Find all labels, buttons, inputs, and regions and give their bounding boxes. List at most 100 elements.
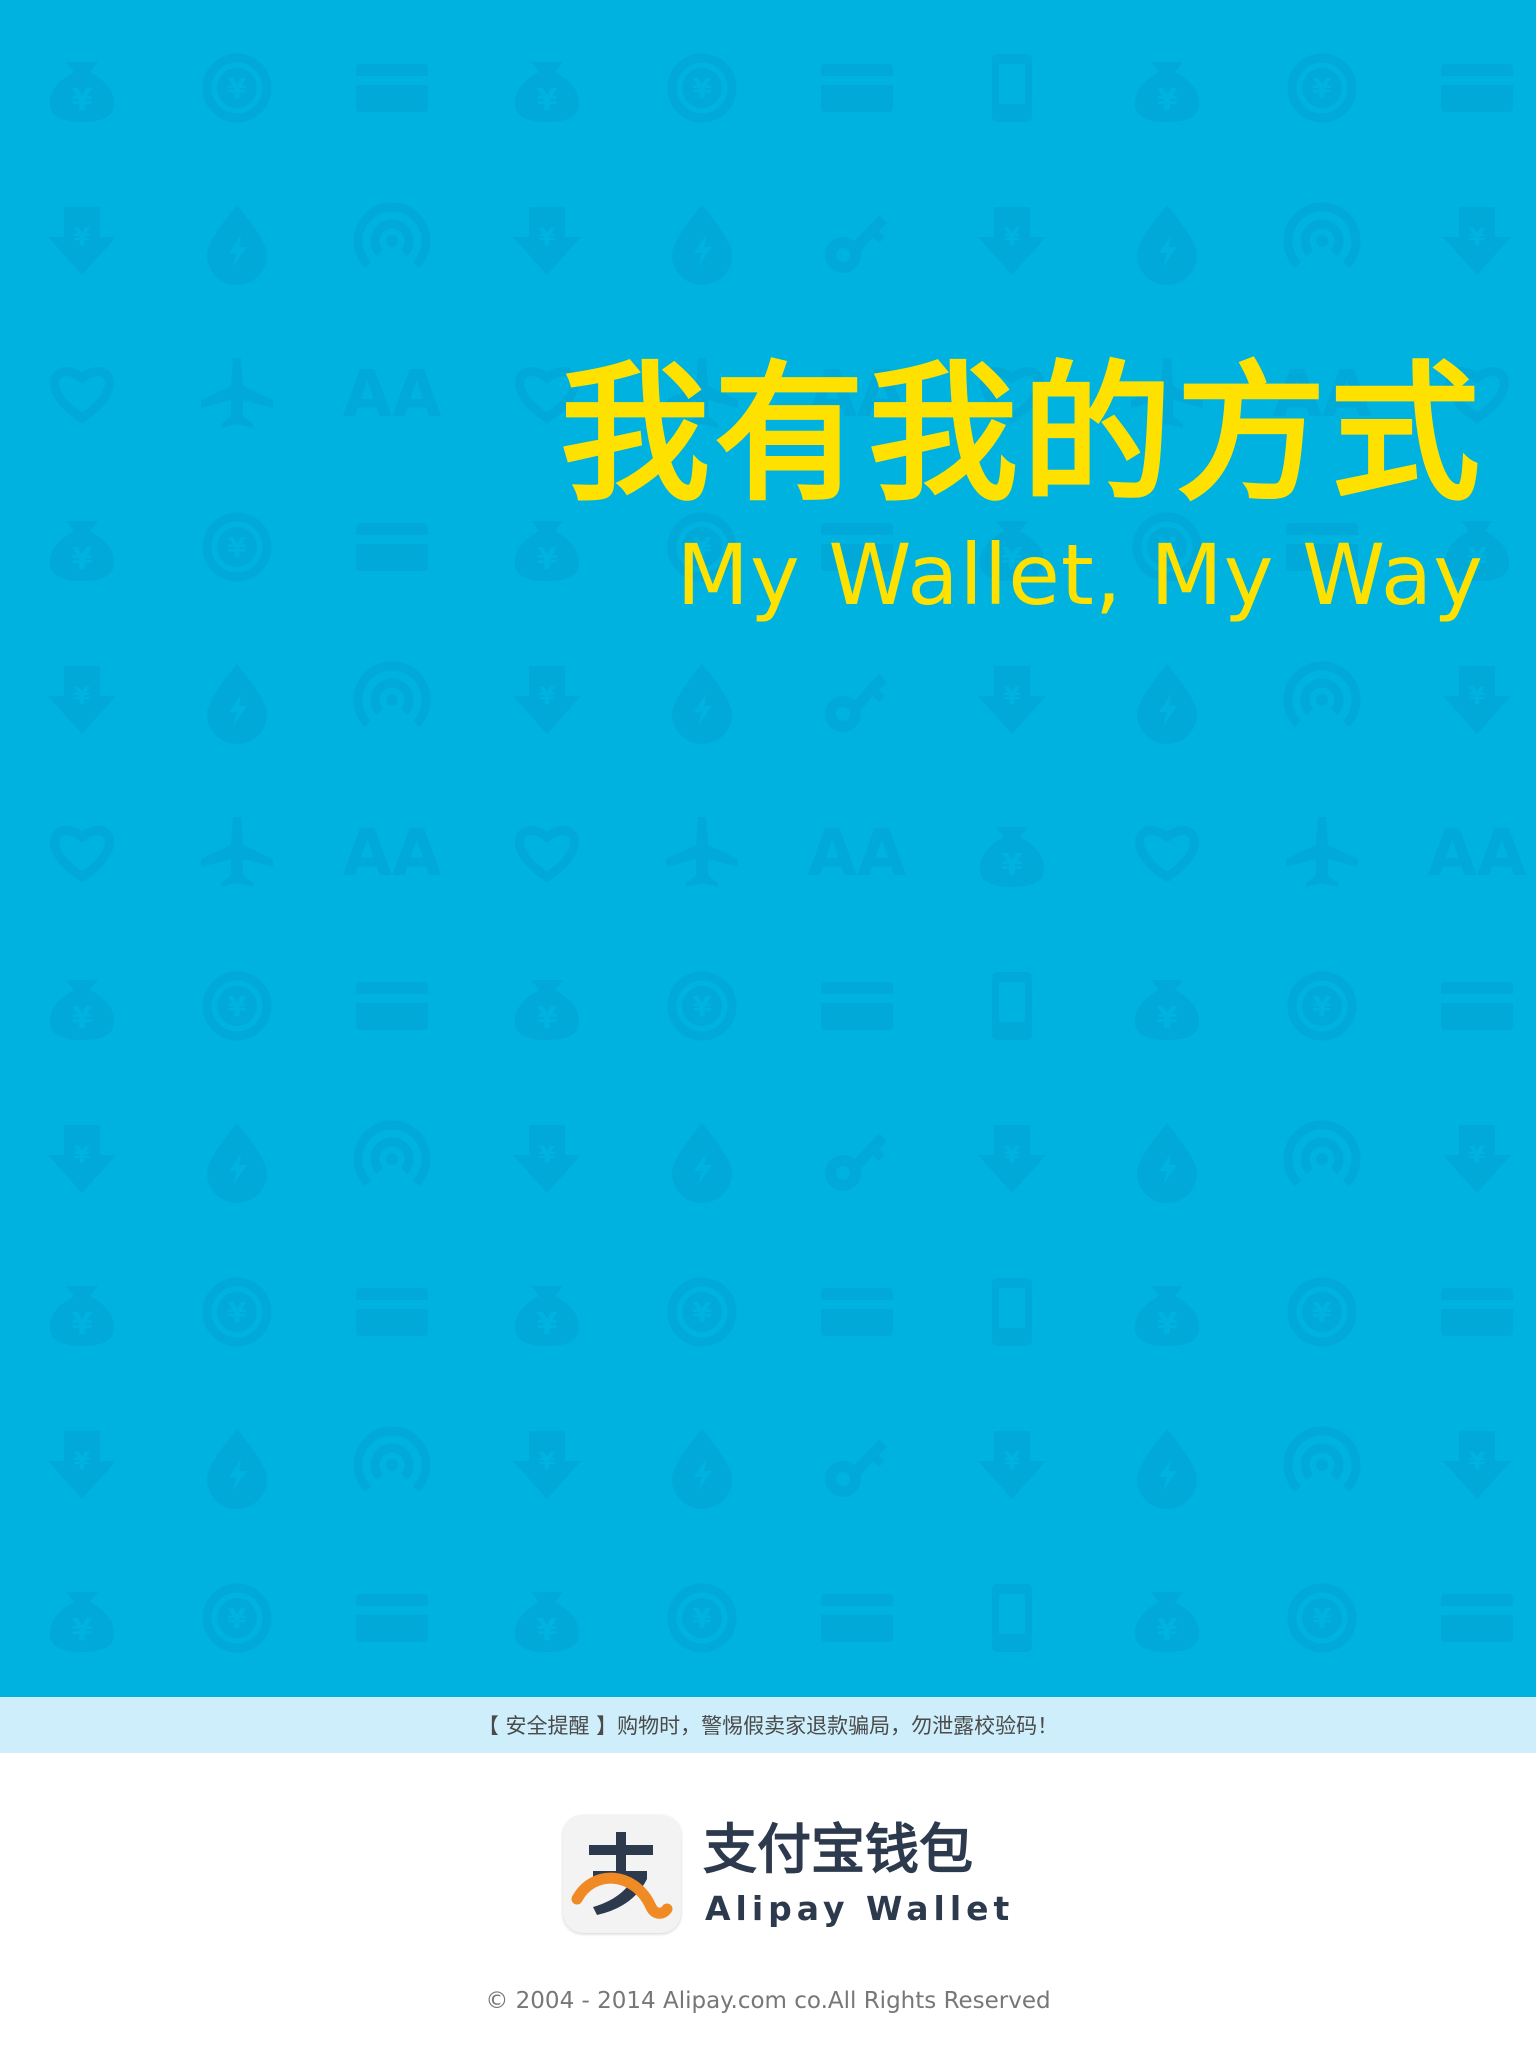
signal-icon bbox=[353, 661, 431, 728]
yen-down-arrow-icon: ¥ bbox=[48, 1125, 116, 1193]
svg-text:¥: ¥ bbox=[1312, 72, 1332, 105]
drop-bolt-icon bbox=[672, 664, 732, 744]
svg-text:¥: ¥ bbox=[72, 1613, 93, 1648]
bank-card-icon bbox=[821, 64, 893, 112]
drop-bolt-icon bbox=[207, 205, 267, 285]
yen-down-arrow-icon: ¥ bbox=[1443, 207, 1511, 275]
drop-bolt-icon bbox=[1137, 664, 1197, 744]
yen-down-arrow-icon: ¥ bbox=[1443, 666, 1511, 734]
yen-coin-icon: ¥ bbox=[667, 1583, 737, 1653]
money-bag-icon: ¥ bbox=[49, 980, 115, 1040]
drop-bolt-icon bbox=[207, 1123, 267, 1203]
aa-split-icon: AA bbox=[807, 817, 907, 891]
yen-coin-icon: ¥ bbox=[1287, 1583, 1357, 1653]
money-bag-icon: ¥ bbox=[49, 521, 115, 581]
bank-card-icon bbox=[356, 982, 428, 1030]
drop-bolt-icon bbox=[672, 205, 732, 285]
svg-text:¥: ¥ bbox=[1312, 990, 1332, 1023]
bank-card-icon bbox=[356, 64, 428, 112]
money-bag-icon: ¥ bbox=[979, 827, 1045, 887]
svg-text:¥: ¥ bbox=[227, 990, 247, 1023]
icon-pattern-background: ¥ ¥ ¥ ¥ ¥ ¥¥ ¥ ¥ ¥AA AA AA¥ ¥ ¥ ¥ ¥ ¥ ¥¥ ¥ ¥ ¥AA AA ¥ AA¥ ¥ ¥ ¥ ¥ ¥… bbox=[48, 53, 1527, 1653]
svg-text:¥: ¥ bbox=[1157, 1307, 1178, 1342]
drop-bolt-icon bbox=[1137, 1123, 1197, 1203]
svg-text:¥: ¥ bbox=[1312, 1602, 1332, 1635]
svg-text:¥: ¥ bbox=[74, 1447, 91, 1475]
money-bag-icon: ¥ bbox=[1134, 1286, 1200, 1346]
signal-icon bbox=[1283, 1426, 1361, 1493]
svg-text:¥: ¥ bbox=[1469, 682, 1486, 710]
security-notice-bar: 【 安全提醒 】购物时，警惕假卖家退款骗局，勿泄露校验码！ bbox=[0, 1697, 1536, 1753]
hero-title-chinese: 我有我的方式 bbox=[559, 348, 1484, 522]
yen-coin-icon: ¥ bbox=[202, 971, 272, 1041]
svg-text:¥: ¥ bbox=[1469, 1447, 1486, 1475]
yen-down-arrow-icon: ¥ bbox=[48, 207, 116, 275]
yen-down-arrow-icon: ¥ bbox=[1443, 1125, 1511, 1193]
drop-bolt-icon bbox=[207, 1429, 267, 1509]
svg-text:AA: AA bbox=[342, 817, 442, 891]
hero-banner: ¥ ¥ ¥ ¥ ¥ ¥ ¥ ¥ ¥ ¥ AA AA AA ¥ ¥ ¥ ¥ ¥ ¥ ¥ ¥ ¥ ¥ ¥ AA AA ¥ AA ¥ ¥ ¥ ¥ ¥ ¥… bbox=[0, 0, 1536, 1697]
svg-text:¥: ¥ bbox=[1157, 83, 1178, 118]
signal-icon bbox=[353, 1120, 431, 1187]
yen-down-arrow-icon: ¥ bbox=[513, 207, 581, 275]
phone-icon bbox=[992, 972, 1032, 1040]
airplane-icon bbox=[1286, 817, 1358, 887]
svg-text:¥: ¥ bbox=[537, 1307, 558, 1342]
alipay-logo-icon bbox=[563, 1815, 681, 1933]
signal-icon bbox=[353, 202, 431, 269]
yen-coin-icon: ¥ bbox=[202, 1277, 272, 1347]
brand-logo: 支付宝钱包 Alipay Wallet bbox=[563, 1815, 1033, 1933]
svg-text:¥: ¥ bbox=[72, 1307, 93, 1342]
copyright-text: © 2004 - 2014 Alipay.com co.All Rights R… bbox=[485, 1988, 1051, 2014]
svg-text:¥: ¥ bbox=[539, 682, 556, 710]
yen-coin-icon: ¥ bbox=[1287, 971, 1357, 1041]
key-icon bbox=[825, 1133, 887, 1191]
svg-text:¥: ¥ bbox=[692, 990, 712, 1023]
key-icon bbox=[825, 215, 887, 273]
key-icon bbox=[825, 674, 887, 732]
money-bag-icon: ¥ bbox=[514, 1286, 580, 1346]
yen-coin-icon: ¥ bbox=[667, 53, 737, 123]
svg-text:¥: ¥ bbox=[72, 83, 93, 118]
money-bag-icon: ¥ bbox=[514, 1592, 580, 1652]
key-icon bbox=[825, 1439, 887, 1497]
svg-text:¥: ¥ bbox=[1004, 1141, 1021, 1169]
money-bag-icon: ¥ bbox=[1134, 62, 1200, 122]
heart-icon bbox=[50, 367, 114, 424]
bank-card-icon bbox=[821, 982, 893, 1030]
yen-coin-icon: ¥ bbox=[1287, 1277, 1357, 1347]
money-bag-icon: ¥ bbox=[49, 1286, 115, 1346]
yen-coin-icon: ¥ bbox=[202, 1583, 272, 1653]
yen-coin-icon: ¥ bbox=[202, 53, 272, 123]
yen-down-arrow-icon: ¥ bbox=[513, 1431, 581, 1499]
yen-down-arrow-icon: ¥ bbox=[978, 1431, 1046, 1499]
svg-text:¥: ¥ bbox=[1004, 682, 1021, 710]
aa-split-icon: AA bbox=[342, 358, 442, 432]
yen-down-arrow-icon: ¥ bbox=[513, 1125, 581, 1193]
svg-text:¥: ¥ bbox=[227, 72, 247, 105]
svg-text:¥: ¥ bbox=[537, 83, 558, 118]
yen-down-arrow-icon: ¥ bbox=[48, 666, 116, 734]
svg-text:¥: ¥ bbox=[692, 72, 712, 105]
yen-coin-icon: ¥ bbox=[202, 512, 272, 582]
svg-text:¥: ¥ bbox=[1312, 1296, 1332, 1329]
bank-card-icon bbox=[1441, 64, 1513, 112]
signal-icon bbox=[353, 1426, 431, 1493]
drop-bolt-icon bbox=[672, 1123, 732, 1203]
security-notice-text: 【 安全提醒 】购物时，警惕假卖家退款骗局，勿泄露校验码！ bbox=[477, 1714, 1059, 1738]
svg-text:¥: ¥ bbox=[539, 223, 556, 251]
svg-text:¥: ¥ bbox=[227, 1602, 247, 1635]
bank-card-icon bbox=[1441, 982, 1513, 1030]
money-bag-icon: ¥ bbox=[514, 980, 580, 1040]
svg-text:¥: ¥ bbox=[227, 531, 247, 564]
airplane-icon bbox=[201, 358, 273, 428]
svg-text:¥: ¥ bbox=[74, 1141, 91, 1169]
svg-text:¥: ¥ bbox=[72, 542, 93, 577]
signal-icon bbox=[1283, 1120, 1361, 1187]
drop-bolt-icon bbox=[672, 1429, 732, 1509]
phone-icon bbox=[992, 54, 1032, 122]
bank-card-icon bbox=[1441, 1594, 1513, 1642]
yen-coin-icon: ¥ bbox=[1287, 53, 1357, 123]
svg-text:AA: AA bbox=[807, 817, 907, 891]
svg-text:¥: ¥ bbox=[537, 542, 558, 577]
